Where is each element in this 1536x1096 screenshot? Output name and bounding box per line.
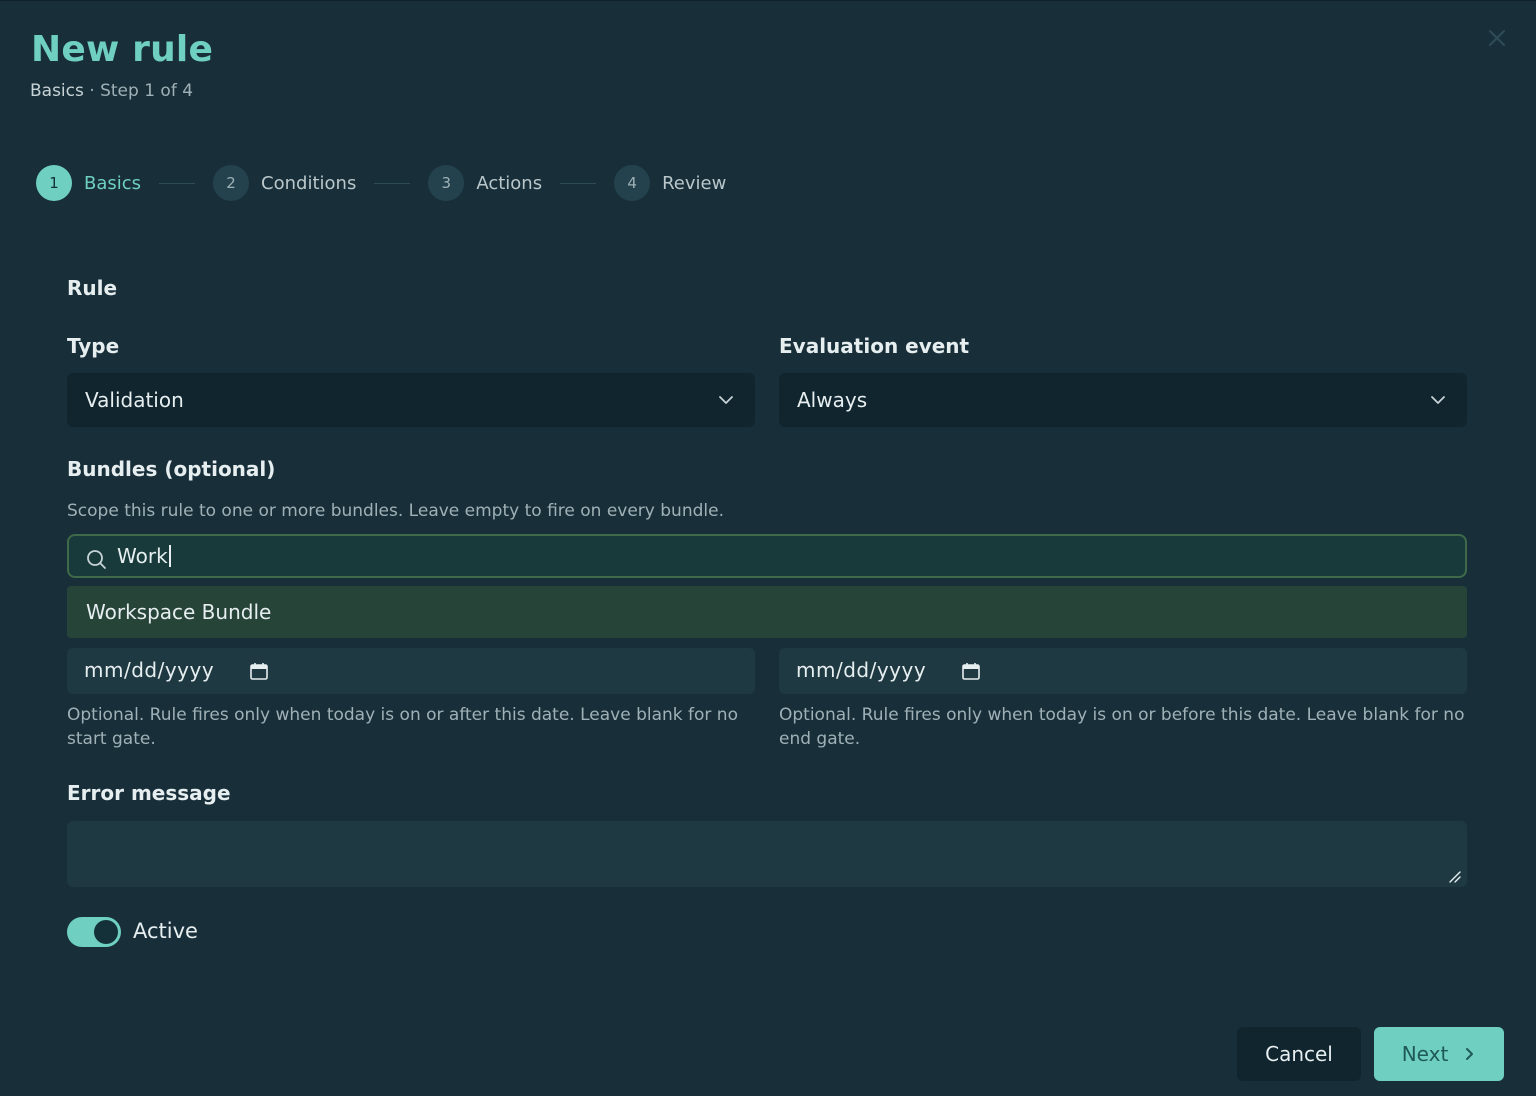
chevron-down-icon [1431,396,1445,404]
text-caret [168,545,171,567]
next-label: Next [1401,1042,1449,1066]
search-value: Work [117,544,168,568]
close-button[interactable] [1486,27,1508,49]
new-rule-dialog: New rule Basics · Step 1 of 4 1 Basics 2… [0,0,1536,1096]
bundles-search-input[interactable]: Work [67,534,1467,578]
error-message-label: Error message [67,781,231,805]
step-label: Conditions [261,172,357,194]
type-select-value: Validation [85,388,184,412]
calendar-icon[interactable] [961,661,981,681]
calendar-icon[interactable] [249,661,269,681]
step-label: Actions [476,172,543,194]
subtitle-step-info: Step 1 of 4 [100,81,194,101]
evaluation-event-value: Always [797,388,868,412]
step-label: Review [662,172,727,194]
chevron-right-icon [1466,1048,1474,1060]
chevron-down-icon [719,396,733,404]
start-date-value: mm/dd/yyyy [84,658,215,682]
bundle-option[interactable]: Workspace Bundle [67,586,1467,638]
step-connector [159,182,196,184]
step-actions[interactable]: 3 Actions [428,165,542,201]
step-number: 4 [614,165,651,201]
cancel-label: Cancel [1265,1042,1333,1066]
start-date-hint: Optional. Rule fires only when today is … [67,705,738,749]
subtitle-crumb: Basics [30,81,84,101]
next-button[interactable]: Next [1374,1027,1504,1081]
step-number: 3 [428,165,465,201]
active-toggle[interactable] [67,917,121,947]
dialog-subtitle: Basics · Step 1 of 4 [30,81,193,101]
active-label: Active [133,919,198,943]
end-date-input[interactable]: mm/dd/yyyy [779,648,1467,694]
resize-handle-icon[interactable] [1447,869,1461,883]
evaluation-event-select[interactable]: Always [779,373,1467,427]
evaluation-event-label: Evaluation event [779,334,970,358]
step-connector [374,182,411,184]
end-date-hint: Optional. Rule fires only when today is … [779,705,1465,749]
stepper: 1 Basics 2 Conditions 3 Actions 4 Review [36,165,726,201]
step-conditions[interactable]: 2 Conditions [213,165,356,201]
close-icon [1489,30,1505,46]
section-title-rule: Rule [67,276,118,300]
step-review[interactable]: 4 Review [614,165,726,201]
cancel-button[interactable]: Cancel [1237,1027,1361,1081]
step-number: 1 [36,165,72,201]
start-date-input[interactable]: mm/dd/yyyy [67,648,755,694]
subtitle-separator: · [83,81,101,101]
step-connector [560,182,597,184]
end-date-value: mm/dd/yyyy [796,658,927,682]
toggle-knob [94,920,118,944]
dialog-title: New rule [31,29,214,70]
search-value-wrap: Work [117,544,171,568]
bundles-hint: Scope this rule to one or more bundles. … [67,501,724,521]
bundles-label: Bundles (optional) [67,457,276,481]
search-icon [87,550,106,569]
step-label: Basics [84,172,142,194]
error-message-textarea[interactable] [67,821,1467,887]
type-select[interactable]: Validation [67,373,755,427]
step-basics[interactable]: 1 Basics [36,165,141,201]
step-number: 2 [213,165,250,201]
type-label: Type [67,334,120,358]
